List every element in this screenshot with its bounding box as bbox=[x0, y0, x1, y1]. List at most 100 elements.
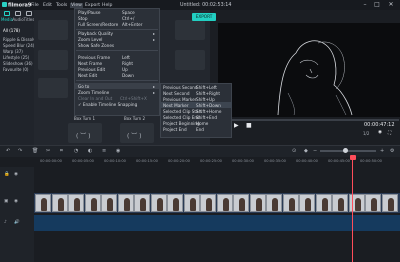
shortcut-label: Home bbox=[196, 121, 209, 126]
clip-thumbnail bbox=[332, 194, 348, 212]
submenu-item-project-end[interactable]: Project End bbox=[163, 127, 187, 132]
menu-item-next-frame[interactable]: Next Frame bbox=[78, 61, 102, 66]
menu-item-go-to[interactable]: Go to bbox=[78, 84, 89, 89]
delete-icon[interactable]: 🗑 bbox=[32, 148, 38, 154]
voiceover-icon[interactable]: ◉ bbox=[116, 148, 120, 154]
library-item[interactable]: Slideshow (36) bbox=[3, 61, 33, 66]
library-item[interactable]: Warp (37) bbox=[3, 49, 23, 54]
speed-icon[interactable]: ◔ bbox=[74, 148, 78, 154]
library-item[interactable]: Lifestyle (25) bbox=[3, 55, 29, 60]
eye-icon[interactable]: ◉ bbox=[14, 172, 18, 177]
submenu-item-previous-marker[interactable]: Previous Marker bbox=[163, 97, 197, 102]
timeline-zoom-slider[interactable] bbox=[320, 150, 376, 152]
audio-mixer-icon[interactable]: ≡ bbox=[102, 148, 106, 154]
marker-icon[interactable]: ◆ bbox=[304, 148, 308, 154]
person-figure bbox=[74, 198, 80, 211]
settings-icon[interactable]: ⚙ bbox=[390, 148, 394, 154]
redo-icon[interactable]: ↷ bbox=[18, 148, 22, 154]
library-item[interactable]: Speed Blur (24) bbox=[3, 43, 34, 48]
menu-item-zoom-level[interactable]: Zoom Level bbox=[78, 37, 102, 42]
menu-item-full-screen[interactable]: Full Screen/Restore bbox=[78, 22, 118, 27]
export-button[interactable]: EXPORT bbox=[192, 13, 216, 21]
clip-thumbnail bbox=[249, 194, 266, 212]
shortcut-label: Shift+End bbox=[196, 115, 217, 120]
effect-thumbnail[interactable] bbox=[175, 20, 205, 40]
snapshot-icon[interactable]: ◉ bbox=[378, 130, 382, 135]
menu-item-stop[interactable]: Stop bbox=[78, 16, 88, 21]
preview-scrub-bar[interactable] bbox=[214, 119, 399, 121]
menu-separator bbox=[76, 80, 158, 81]
color-icon[interactable]: ◐ bbox=[88, 148, 92, 154]
menu-item-safe-zones[interactable]: Show Safe Zones bbox=[78, 43, 114, 48]
menu-view[interactable]: View bbox=[70, 2, 83, 8]
clip-thumbnail bbox=[183, 194, 200, 212]
menu-item-playback-quality[interactable]: Playback Quality bbox=[78, 31, 113, 36]
play-icon[interactable]: ▶ bbox=[234, 122, 239, 129]
fullscreen-icon[interactable]: ⛶ bbox=[388, 130, 391, 136]
audio-track[interactable] bbox=[34, 215, 400, 231]
menu-separator bbox=[76, 50, 158, 51]
playhead[interactable] bbox=[352, 157, 353, 262]
shortcut-label: Shift+Up bbox=[196, 97, 215, 102]
close-icon[interactable]: ✕ bbox=[386, 1, 396, 9]
clip-thumbnail bbox=[315, 194, 332, 212]
effect-thumbnail[interactable] bbox=[175, 50, 205, 70]
ruler-tick-label: 00:00:00:00 bbox=[40, 159, 62, 163]
person-figure bbox=[305, 198, 311, 211]
menu-tools[interactable]: Tools bbox=[56, 3, 67, 8]
submenu-item-clip-end[interactable]: Selected Clip End bbox=[163, 115, 200, 120]
undo-icon[interactable]: ↶ bbox=[6, 148, 10, 154]
submenu-item-project-beginning[interactable]: Project Beginning bbox=[163, 121, 200, 126]
zoom-slider-handle[interactable] bbox=[342, 148, 348, 153]
render-icon[interactable]: ⊙ bbox=[292, 148, 296, 154]
ruler-tick-label: 00:00:30:00 bbox=[232, 159, 254, 163]
zoom-out-icon[interactable]: − bbox=[313, 148, 317, 154]
filmora-logo-icon bbox=[2, 2, 7, 7]
menu-item-timeline-snapping[interactable]: ✓ Enable Timeline Snapping bbox=[78, 102, 137, 107]
mute-icon[interactable]: 🔊 bbox=[14, 220, 20, 225]
cut-icon[interactable]: ✂ bbox=[46, 148, 50, 154]
effect-thumbnail[interactable] bbox=[38, 20, 68, 40]
ruler-tick-label: 00:00:10:00 bbox=[104, 159, 126, 163]
lock-icon[interactable]: 🔒 bbox=[4, 172, 10, 177]
eye-icon[interactable]: ◉ bbox=[14, 199, 18, 204]
stop-icon[interactable]: ■ bbox=[246, 122, 252, 129]
ruler-tick-label: 00:00:35:00 bbox=[264, 159, 286, 163]
clip-thumbnail bbox=[117, 194, 134, 212]
shortcut-label: End bbox=[196, 127, 204, 132]
app-logo: filmora9 bbox=[2, 2, 31, 9]
library-item[interactable]: All (178) bbox=[3, 28, 20, 33]
menu-help[interactable]: Help bbox=[102, 3, 112, 8]
menu-edit[interactable]: Edit bbox=[43, 3, 52, 8]
preview-time: 00:00:47:12 bbox=[364, 122, 395, 128]
preview-frame-image bbox=[218, 23, 400, 117]
minimize-icon[interactable]: – bbox=[360, 1, 370, 9]
playhead-handle[interactable] bbox=[349, 155, 356, 160]
person-figure bbox=[140, 198, 146, 211]
crop-icon[interactable]: ⌗ bbox=[60, 148, 63, 154]
clip-thumbnail bbox=[200, 194, 216, 212]
menu-item-play-pause[interactable]: Play/Pause bbox=[78, 10, 100, 15]
person-figure bbox=[57, 198, 64, 211]
music-icon bbox=[15, 11, 21, 16]
submenu-item-next-marker[interactable]: Next Marker bbox=[163, 103, 189, 108]
library-item[interactable]: Favourite (0) bbox=[3, 67, 28, 72]
effect-thumbnail[interactable] bbox=[38, 78, 68, 98]
submenu-item-previous-second[interactable]: Previous Second bbox=[163, 85, 197, 90]
playback-quality[interactable]: 1/2 bbox=[363, 131, 369, 136]
menu-item-next-edit[interactable]: Next Edit bbox=[78, 73, 97, 78]
menu-export[interactable]: Export bbox=[85, 3, 100, 8]
card-label: Box Turn 2 bbox=[124, 116, 146, 121]
submenu-arrow-icon: ▸ bbox=[153, 84, 156, 89]
effect-thumbnail[interactable] bbox=[38, 50, 68, 70]
menu-item-previous-frame[interactable]: Previous Frame bbox=[78, 55, 110, 60]
person-figure bbox=[272, 198, 278, 211]
maximize-icon[interactable]: □ bbox=[372, 1, 382, 9]
menu-item-zoom-timeline[interactable]: Zoom Timeline bbox=[78, 90, 109, 95]
zoom-in-icon[interactable]: + bbox=[380, 148, 384, 154]
submenu-item-next-second[interactable]: Next Second bbox=[163, 91, 190, 96]
shortcut-label: Up bbox=[122, 67, 128, 72]
ruler-tick-label: 00:00:45:00 bbox=[328, 159, 350, 163]
menu-file[interactable]: File bbox=[31, 3, 39, 8]
menu-item-previous-edit[interactable]: Previous Edit bbox=[78, 67, 105, 72]
